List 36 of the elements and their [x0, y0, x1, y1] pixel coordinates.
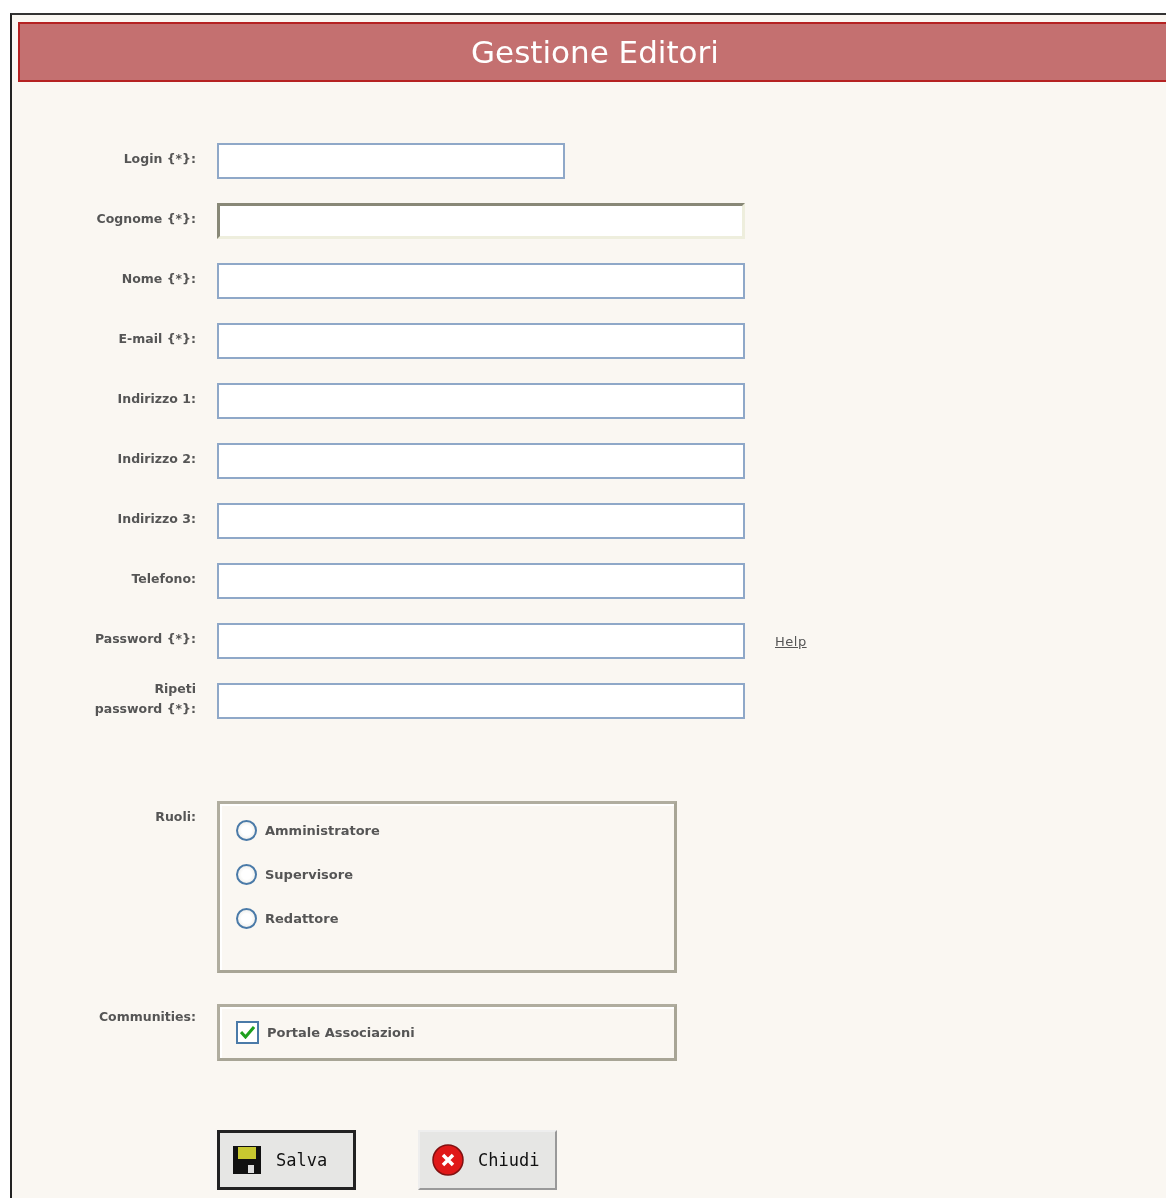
- radio-label: Redattore: [265, 910, 339, 926]
- field-label: Login {*}:: [122, 150, 196, 168]
- field-label: Indirizzo 1:: [116, 390, 196, 408]
- input-field[interactable]: [217, 563, 745, 599]
- field-label: Cognome {*}:: [95, 210, 196, 228]
- help-link[interactable]: Help: [775, 633, 807, 649]
- save-button[interactable]: Salva: [217, 1130, 356, 1190]
- radio-label: Amministratore: [265, 822, 380, 838]
- check-icon: [240, 1025, 255, 1039]
- field-label: Indirizzo 3:: [116, 510, 196, 528]
- input-field[interactable]: [217, 683, 745, 719]
- checkbox-label: Portale Associazioni: [267, 1024, 415, 1040]
- page-title: Gestione Editori: [471, 34, 719, 70]
- field-label: Indirizzo 2:: [116, 450, 196, 468]
- input-field[interactable]: [217, 623, 745, 659]
- input-field[interactable]: [217, 203, 745, 239]
- input-field[interactable]: [217, 503, 745, 539]
- input-field[interactable]: [217, 323, 745, 359]
- field-label: E-mail {*}:: [117, 330, 196, 348]
- input-field[interactable]: [217, 383, 745, 419]
- field-label: Ripeti password {*}:: [93, 680, 196, 718]
- radio-button[interactable]: [236, 819, 257, 841]
- checkbox[interactable]: [236, 1020, 259, 1044]
- close-icon: [432, 1144, 464, 1176]
- input-field[interactable]: [217, 143, 565, 179]
- radio-label: Supervisore: [265, 866, 353, 882]
- radio-button[interactable]: [236, 907, 257, 929]
- field-label: Ruoli:: [154, 808, 196, 826]
- close-button[interactable]: Chiudi: [418, 1130, 557, 1190]
- field-label: Telefono:: [130, 570, 196, 588]
- input-field[interactable]: [217, 443, 745, 479]
- field-label: Nome {*}:: [120, 270, 196, 288]
- field-label: Communities:: [97, 1008, 196, 1026]
- radio-button[interactable]: [236, 863, 257, 885]
- field-label: Password {*}:: [93, 630, 196, 648]
- input-field[interactable]: [217, 263, 745, 299]
